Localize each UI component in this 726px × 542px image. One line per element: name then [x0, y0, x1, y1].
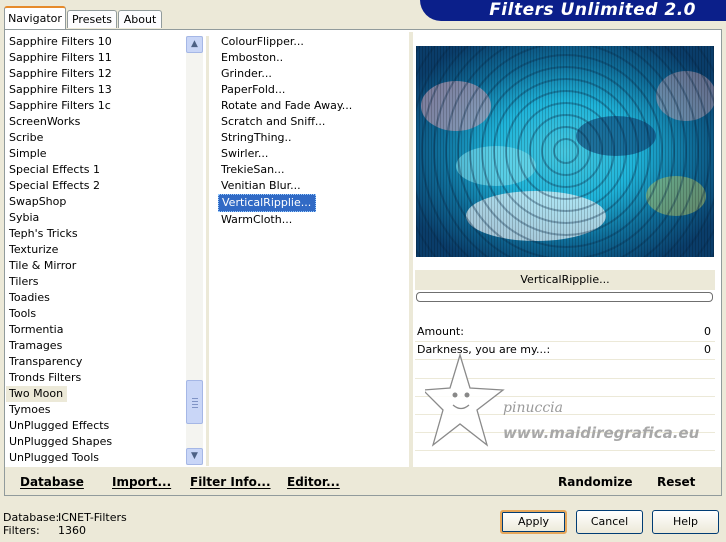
title-banner: Filters Unlimited 2.0	[420, 0, 726, 21]
filter-item[interactable]: TrekieSan...	[218, 162, 285, 178]
preview-filter-name: VerticalRipplie...	[415, 270, 715, 290]
tab-navigator[interactable]: Navigator	[4, 6, 66, 29]
filter-item[interactable]: Emboston..	[218, 50, 283, 66]
filter-item[interactable]: Swirler...	[218, 146, 268, 162]
tab-presets[interactable]: Presets	[67, 10, 117, 28]
category-item[interactable]: Tile & Mirror	[6, 258, 76, 274]
category-item[interactable]: Scribe	[6, 130, 43, 146]
filter-item[interactable]: Rotate and Fade Away...	[218, 98, 352, 114]
filter-item[interactable]: WarmCloth...	[218, 212, 292, 228]
category-item[interactable]: Teph's Tricks	[6, 226, 78, 242]
category-item[interactable]: UnPlugged Shapes	[6, 434, 112, 450]
status-database-label: Database:	[3, 511, 60, 524]
preview-divider	[409, 32, 413, 495]
category-item[interactable]: Simple	[6, 146, 47, 162]
category-scrollbar[interactable]: ▲ ▼	[186, 36, 203, 465]
filter-item[interactable]: PaperFold...	[218, 82, 285, 98]
randomize-button[interactable]: Randomize	[558, 475, 632, 489]
category-item[interactable]: Tools	[6, 306, 36, 322]
filter-preview-image	[416, 46, 714, 257]
category-item[interactable]: Tormentia	[6, 322, 63, 338]
import-button[interactable]: Import...	[112, 475, 171, 489]
category-item[interactable]: Special Effects 2	[6, 178, 100, 194]
bottom-action-bar: Database Import... Filter Info... Editor…	[5, 467, 721, 495]
help-button[interactable]: Help	[652, 510, 719, 534]
category-item[interactable]: SwapShop	[6, 194, 66, 210]
category-item[interactable]: Special Effects 1	[6, 162, 100, 178]
category-item[interactable]: Tymoes	[6, 402, 50, 418]
filter-item[interactable]: VerticalRipplie...	[218, 194, 317, 212]
status-filters-value: 1360	[58, 524, 86, 537]
filter-item[interactable]: StringThing..	[218, 130, 292, 146]
status-filters-label: Filters:	[3, 524, 40, 537]
category-item[interactable]: UnPlugged Tools	[6, 450, 99, 466]
category-item[interactable]: Texturize	[6, 242, 58, 258]
database-button[interactable]: Database	[20, 475, 84, 489]
category-item[interactable]: Sapphire Filters 10	[6, 34, 112, 50]
category-item[interactable]: Sapphire Filters 12	[6, 66, 112, 82]
category-item[interactable]: Two Moon	[6, 386, 68, 402]
param-row-amount[interactable]: Amount: 0	[415, 323, 715, 342]
scroll-down-icon[interactable]: ▼	[186, 448, 203, 465]
category-item[interactable]: UnPlugged Effects	[6, 418, 109, 434]
progress-bar	[416, 292, 713, 302]
category-item[interactable]: ScreenWorks	[6, 114, 80, 130]
banner-title: Filters Unlimited 2.0	[489, 0, 696, 20]
status-database: Database: ICNET-Filters	[3, 511, 127, 524]
tab-about[interactable]: About	[118, 10, 162, 28]
category-item[interactable]: Transparency	[6, 354, 82, 370]
watermark-name: pinuccia	[503, 400, 563, 416]
scroll-thumb[interactable]	[186, 380, 203, 424]
category-item[interactable]: Sapphire Filters 1c	[6, 98, 111, 114]
watermark-url: www.maidiregrafica.eu	[503, 424, 700, 442]
category-item[interactable]: Tramages	[6, 338, 62, 354]
status-filters: Filters: 1360	[3, 524, 86, 537]
star-mascot-icon: pinuccia www.maidiregrafica.eu	[421, 352, 700, 447]
category-item[interactable]: Sapphire Filters 11	[6, 50, 112, 66]
filter-item[interactable]: ColourFlipper...	[218, 34, 304, 50]
category-item[interactable]: Toadies	[6, 290, 50, 306]
status-database-value: ICNET-Filters	[58, 511, 127, 524]
scroll-up-icon[interactable]: ▲	[186, 36, 203, 53]
filter-item[interactable]: Scratch and Sniff...	[218, 114, 325, 130]
category-item[interactable]: Sapphire Filters 13	[6, 82, 112, 98]
reset-button[interactable]: Reset	[657, 475, 695, 489]
filter-item[interactable]: Venitian Blur...	[218, 178, 301, 194]
category-item[interactable]: Tilers	[6, 274, 39, 290]
param-label: Amount:	[417, 325, 464, 338]
apply-button[interactable]: Apply	[500, 510, 567, 534]
cancel-button[interactable]: Cancel	[576, 510, 643, 534]
category-list[interactable]: Sapphire Filters 10 Sapphire Filters 11 Sa…	[6, 34, 186, 466]
list-divider	[206, 36, 209, 466]
param-value[interactable]: 0	[704, 323, 711, 341]
watermark: pinuccia www.maidiregrafica.eu	[421, 350, 715, 460]
filter-info-button[interactable]: Filter Info...	[190, 475, 271, 489]
editor-button[interactable]: Editor...	[287, 475, 340, 489]
filter-item[interactable]: Grinder...	[218, 66, 272, 82]
filter-list[interactable]: ColourFlipper... Emboston.. Grinder... Pape…	[218, 34, 398, 228]
category-item[interactable]: Tronds Filters	[6, 370, 81, 386]
category-item[interactable]: Sybia	[6, 210, 39, 226]
